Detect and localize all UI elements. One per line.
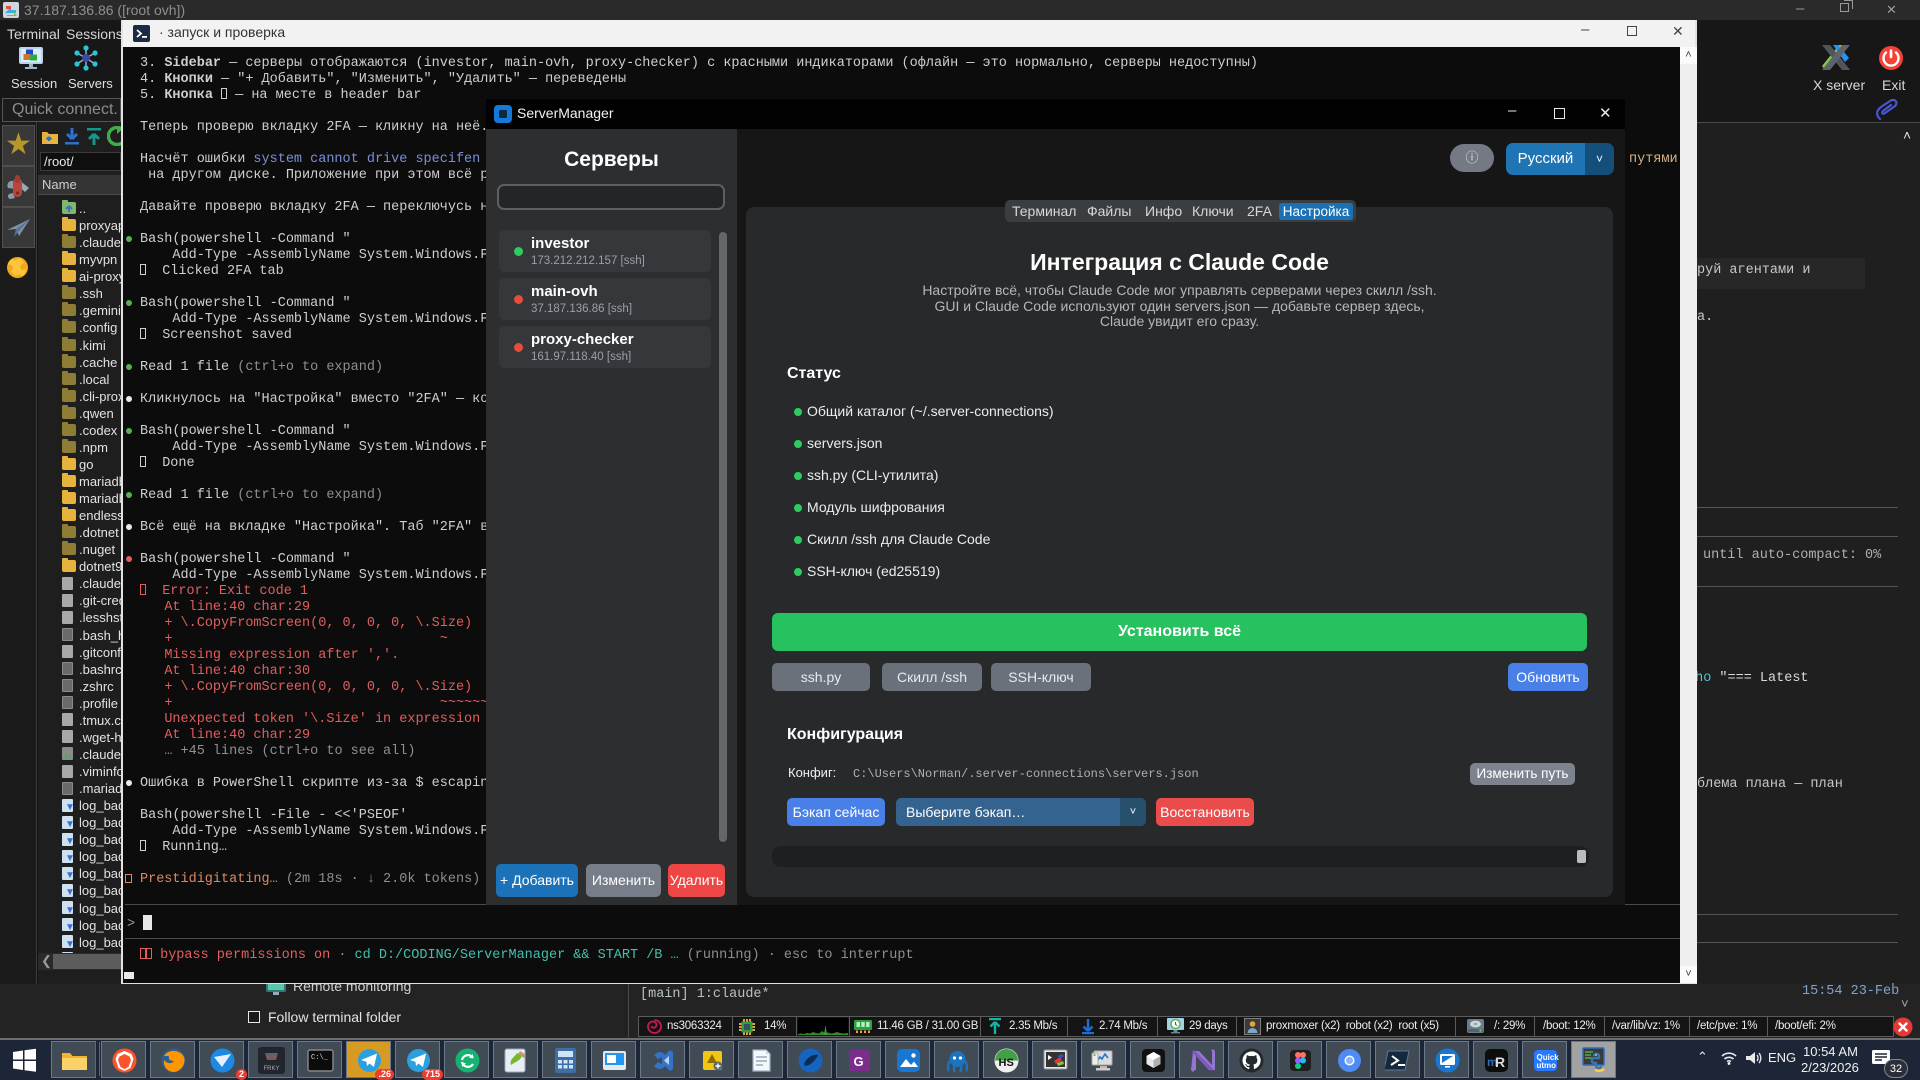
svg-text:FRKY: FRKY xyxy=(264,1066,280,1072)
svg-text:R: R xyxy=(1495,1054,1505,1070)
svg-text:HS: HS xyxy=(999,1057,1014,1069)
svg-text:utmo: utmo xyxy=(1537,1061,1557,1070)
svg-text:C:\_: C:\_ xyxy=(311,1054,329,1062)
svg-text:G: G xyxy=(854,1054,864,1069)
